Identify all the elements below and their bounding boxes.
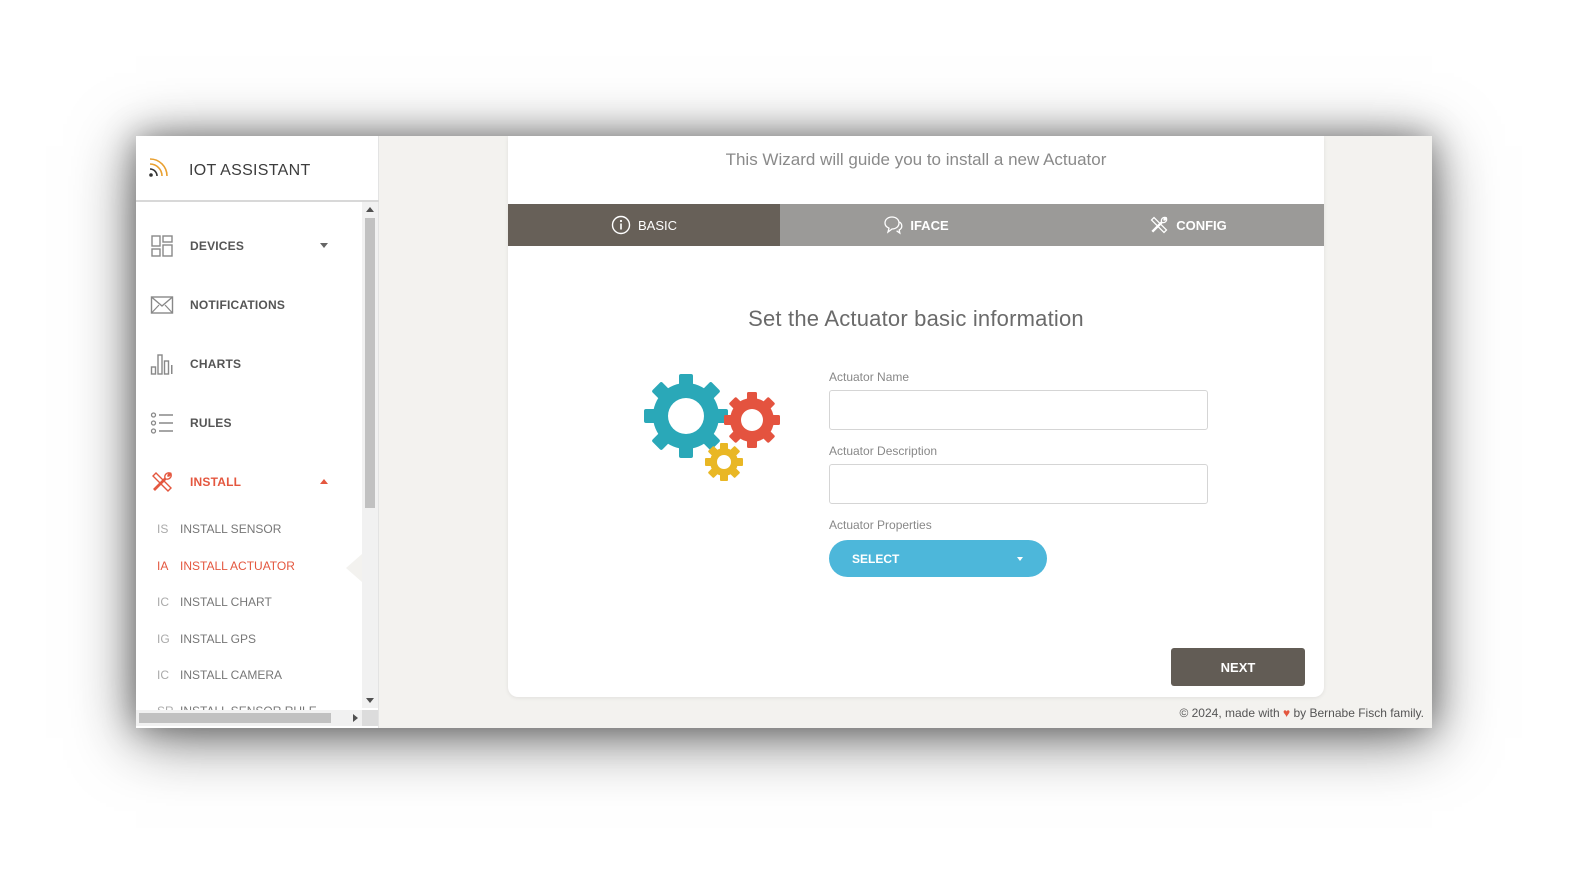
footer-suffix: by Bernabe Fisch family. [1293, 706, 1425, 720]
actuator-name-input[interactable] [829, 390, 1208, 430]
tab-basic[interactable]: BASIC [508, 204, 780, 246]
chevron-down-icon [320, 243, 328, 248]
actuator-description-input[interactable] [829, 464, 1208, 504]
section-title: Set the Actuator basic information [748, 306, 1084, 331]
scroll-down-arrow-icon[interactable] [366, 698, 374, 703]
active-item-notch [346, 554, 362, 582]
gears-illustration-icon [644, 374, 780, 481]
actuator-name-label: Actuator Name [829, 370, 910, 384]
sidebar-item-label: DEVICES [190, 239, 245, 253]
sidebar-item-notifications[interactable]: NOTIFICATIONS [136, 285, 362, 325]
sidebar-item-rules[interactable]: RULES [136, 403, 362, 443]
sidebar-item-charts[interactable]: CHARTS [136, 344, 362, 384]
subitem-abbr: IS [157, 522, 169, 536]
scroll-up-arrow-icon[interactable] [366, 207, 374, 212]
sidebar-item-label: INSTALL [190, 475, 242, 489]
chevron-down-icon [1017, 557, 1023, 561]
actuator-properties-label: Actuator Properties [829, 518, 932, 532]
dashboard-icon [151, 235, 173, 257]
app-window: IOT ASSISTANT DEVICES NOTIFICATIONS CHAR… [136, 136, 1432, 728]
sidebar-subitem-install-sensor[interactable]: IS INSTALL SENSOR [136, 514, 362, 544]
heart-icon: ♥ [1283, 706, 1291, 720]
tab-label: BASIC [637, 217, 677, 233]
scroll-right-arrow-icon[interactable] [353, 714, 358, 722]
wizard-tabs: BASIC IFACE CONFIG [508, 204, 1324, 246]
subitem-abbr: IG [157, 632, 170, 646]
tools-icon [152, 472, 172, 492]
subitem-abbr: IA [157, 559, 169, 573]
sidebar-subitem-install-chart[interactable]: IC INSTALL CHART [136, 587, 362, 617]
subitem-label: INSTALL CAMERA [180, 668, 283, 682]
scrollbar-corner [362, 710, 378, 726]
actuator-description-label: Actuator Description [829, 444, 938, 458]
subitem-abbr: IC [157, 668, 169, 682]
subitem-abbr: IC [157, 595, 169, 609]
tab-iface[interactable]: IFACE [780, 204, 1052, 246]
sidebar-item-label: CHARTS [190, 357, 242, 371]
subitem-label: INSTALL GPS [180, 632, 257, 646]
actuator-properties-select[interactable]: SELECT [829, 540, 1047, 577]
tools-icon [1150, 216, 1168, 234]
sidebar-subitem-install-gps[interactable]: IG INSTALL GPS [136, 624, 362, 654]
sidebar-nav: DEVICES NOTIFICATIONS CHARTS RULES INSTA… [136, 206, 362, 716]
sidebar-item-devices[interactable]: DEVICES [136, 226, 362, 266]
footer-prefix: © 2024, made with [1179, 706, 1280, 720]
wizard-intro-text: This Wizard will guide you to install a … [725, 150, 1107, 169]
wizard-card: This Wizard will guide you to install a … [508, 136, 1324, 697]
tab-label: IFACE [910, 217, 949, 233]
brand-header[interactable]: IOT ASSISTANT [136, 136, 379, 202]
footer: © 2024, made with ♥ by Bernabe Fisch fam… [1179, 706, 1424, 720]
info-icon [611, 215, 631, 235]
sidebar-subitem-install-actuator[interactable]: IA INSTALL ACTUATOR [136, 551, 362, 581]
subitem-label: INSTALL SENSOR [180, 522, 282, 536]
wifi-logo-icon [149, 158, 168, 177]
sidebar-item-label: NOTIFICATIONS [190, 298, 286, 312]
scrollbar-thumb[interactable] [139, 713, 331, 723]
bar-chart-icon [150, 354, 173, 375]
select-label: SELECT [852, 552, 900, 566]
subitem-label: INSTALL ACTUATOR [180, 559, 295, 573]
chevron-up-icon [320, 479, 328, 484]
list-icon [150, 412, 173, 434]
chat-icon [884, 216, 903, 235]
tab-config[interactable]: CONFIG [1052, 204, 1324, 246]
sidebar-item-install[interactable]: INSTALL [136, 462, 362, 502]
subitem-label: INSTALL CHART [180, 595, 272, 609]
sidebar-vertical-scrollbar[interactable] [362, 202, 378, 708]
tab-label: CONFIG [1176, 217, 1227, 233]
scrollbar-thumb[interactable] [365, 218, 375, 508]
next-button[interactable]: NEXT [1171, 648, 1305, 686]
envelope-icon [150, 296, 174, 314]
sidebar: IOT ASSISTANT DEVICES NOTIFICATIONS CHAR… [136, 136, 379, 728]
app-title: IOT ASSISTANT [189, 162, 311, 179]
sidebar-subitem-install-camera[interactable]: IC INSTALL CAMERA [136, 660, 362, 690]
sidebar-horizontal-scrollbar[interactable] [136, 710, 362, 726]
sidebar-item-label: RULES [190, 416, 232, 430]
